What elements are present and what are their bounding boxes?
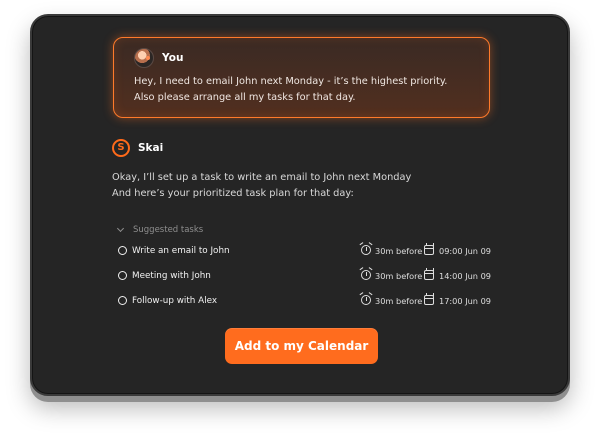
assistant-message-line-2: And here’s your prioritized task plan fo… — [112, 188, 354, 199]
calendar-icon — [424, 268, 434, 280]
suggested-tasks-label: Suggested tasks — [133, 225, 204, 235]
calendar-icon — [424, 293, 434, 305]
alarm-clock-hand — [366, 297, 367, 301]
assistant-name: Skai — [138, 142, 164, 154]
task-reminder: 30m before — [375, 271, 423, 281]
task-title: Meeting with John — [132, 271, 211, 281]
task-time: 14:00 Jun 09 — [439, 271, 492, 281]
user-message-text: Hey, I need to email John next Monday - … — [134, 74, 471, 106]
task-row: Meeting with John 30m before 14:00 Jun 0… — [116, 265, 498, 290]
task-title: Follow-up with Alex — [132, 296, 218, 306]
task-reminder: 30m before — [375, 296, 423, 306]
task-row: Follow-up with Alex 30m before 17:00 Jun… — [116, 290, 498, 315]
user-message-card: You Hey, I need to email John next Monda… — [113, 37, 490, 118]
add-to-calendar-button[interactable]: Add to my Calendar — [225, 328, 378, 364]
chevron-down-icon — [116, 224, 125, 233]
skai-logo-icon: S — [112, 139, 130, 157]
assistant-message-text: Okay, I’ll set up a task to write an ema… — [112, 170, 432, 202]
task-checkbox[interactable] — [118, 246, 127, 255]
task-time: 17:00 Jun 09 — [439, 296, 492, 306]
alarm-clock-icon — [361, 270, 371, 280]
alarm-clock-hand — [366, 272, 367, 276]
user-name: You — [162, 52, 184, 64]
calendar-icon — [424, 243, 434, 255]
alarm-clock-icon — [361, 295, 371, 305]
assistant-message-line-1: Okay, I’ll set up a task to write an ema… — [112, 172, 412, 183]
alarm-clock-hand — [366, 247, 367, 251]
chat-window: You Hey, I need to email John next Monda… — [30, 14, 570, 396]
assistant-message-header: S Skai — [112, 138, 163, 158]
alarm-clock-icon — [361, 245, 371, 255]
task-title: Write an email to John — [132, 246, 230, 256]
task-checkbox[interactable] — [118, 271, 127, 280]
suggested-task-list: Write an email to John 30m before 09:00 … — [116, 240, 498, 315]
task-time: 09:00 Jun 09 — [439, 246, 492, 256]
user-avatar — [134, 48, 154, 68]
task-checkbox[interactable] — [118, 296, 127, 305]
user-message-line-1: Hey, I need to email John next Monday - … — [134, 76, 448, 87]
task-row: Write an email to John 30m before 09:00 … — [116, 240, 498, 265]
task-reminder: 30m before — [375, 246, 423, 256]
user-message-header: You — [134, 48, 471, 68]
user-message-line-2: Also please arrange all my tasks for tha… — [134, 92, 356, 103]
suggested-tasks-toggle[interactable]: Suggested tasks — [116, 224, 204, 236]
